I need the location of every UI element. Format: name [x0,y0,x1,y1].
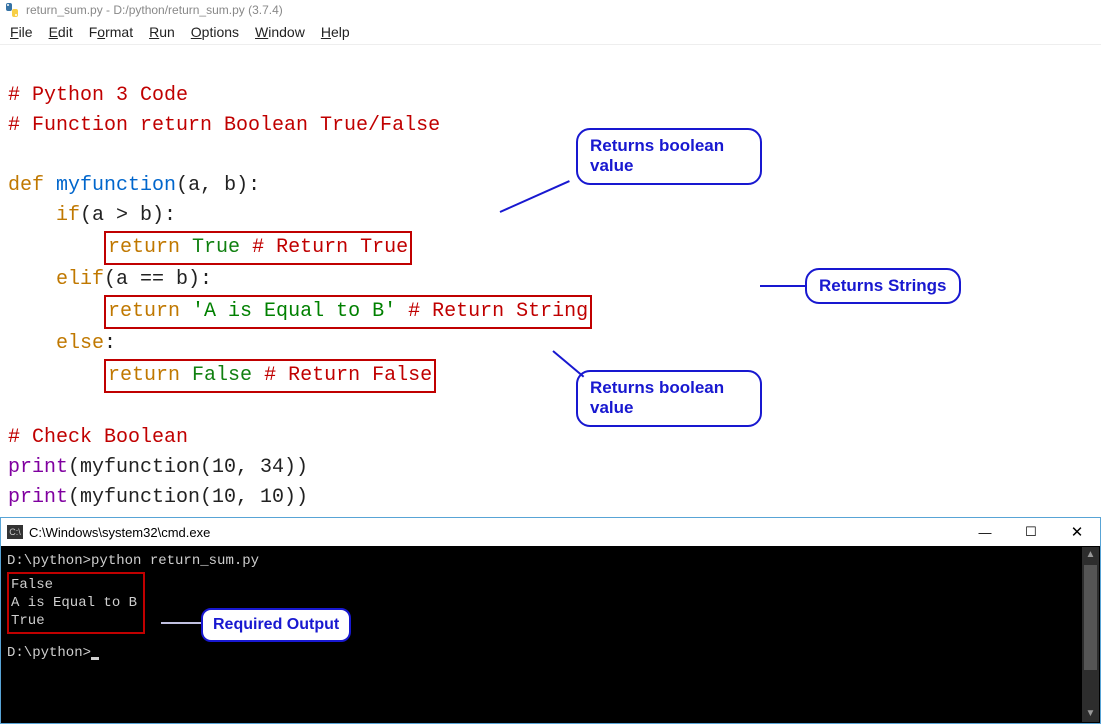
params: (a, b): [176,174,260,197]
return-string-box: return 'A is Equal to B' # Return String [104,295,592,329]
menu-help[interactable]: Help [321,24,350,40]
code-comment: # Function return Boolean True/False [8,114,440,137]
menu-file[interactable]: File [10,24,33,40]
console-line: D:\python>python return_sum.py [7,552,1094,570]
callout-required-output: Required Output [201,608,351,642]
kw-else: else [56,332,104,355]
console-line: D:\python> [7,644,1094,662]
title-bar: return_sum.py - D:/python/return_sum.py … [0,0,1101,20]
console-body[interactable]: D:\python>python return_sum.py False A i… [1,546,1100,723]
connector-line [161,622,201,624]
code-comment: # Check Boolean [8,426,188,449]
menu-bar: File Edit Format Run Options Window Help [0,20,1101,45]
cond: (a > b): [80,204,176,227]
menu-edit[interactable]: Edit [49,24,73,40]
cursor [91,657,99,660]
minimize-button[interactable]: — [962,518,1008,546]
console-title: C:\Windows\system32\cmd.exe [29,525,210,540]
close-button[interactable]: ✕ [1054,518,1100,546]
connector-line [760,285,805,287]
menu-run[interactable]: Run [149,24,175,40]
scroll-down-icon[interactable]: ▼ [1082,706,1099,722]
builtin-print: print [8,456,68,479]
callout-strings: Returns Strings [805,268,961,304]
kw-if: if [56,204,80,227]
menu-options[interactable]: Options [191,24,239,40]
return-false-box: return False # Return False [104,359,436,393]
kw-def: def [8,174,44,197]
console-output: True [11,612,137,630]
console-output: False [11,576,137,594]
menu-format[interactable]: Format [89,24,133,40]
menu-window[interactable]: Window [255,24,305,40]
scroll-thumb[interactable] [1084,565,1097,670]
console-window: C:\ C:\Windows\system32\cmd.exe — ☐ ✕ D:… [0,517,1101,724]
callout-boolean-top: Returns booleanvalue [576,128,762,185]
scroll-up-icon[interactable]: ▲ [1082,547,1099,563]
python-icon [4,2,20,18]
fn-name: myfunction [56,174,176,197]
console-scrollbar[interactable]: ▲ ▼ [1082,547,1099,722]
window-controls: — ☐ ✕ [962,518,1100,546]
console-titlebar: C:\ C:\Windows\system32\cmd.exe — ☐ ✕ [1,518,1100,546]
kw-elif: elif [56,268,104,291]
output-box: False A is Equal to B True [7,572,145,634]
console-output: A is Equal to B [11,594,137,612]
callout-boolean-bottom: Returns booleanvalue [576,370,762,427]
maximize-button[interactable]: ☐ [1008,518,1054,546]
cond: (a == b): [104,268,212,291]
cmd-icon: C:\ [7,525,23,539]
code-comment: # Python 3 Code [8,84,188,107]
window-title: return_sum.py - D:/python/return_sum.py … [26,3,283,17]
return-true-box: return True # Return True [104,231,412,265]
builtin-print: print [8,486,68,509]
